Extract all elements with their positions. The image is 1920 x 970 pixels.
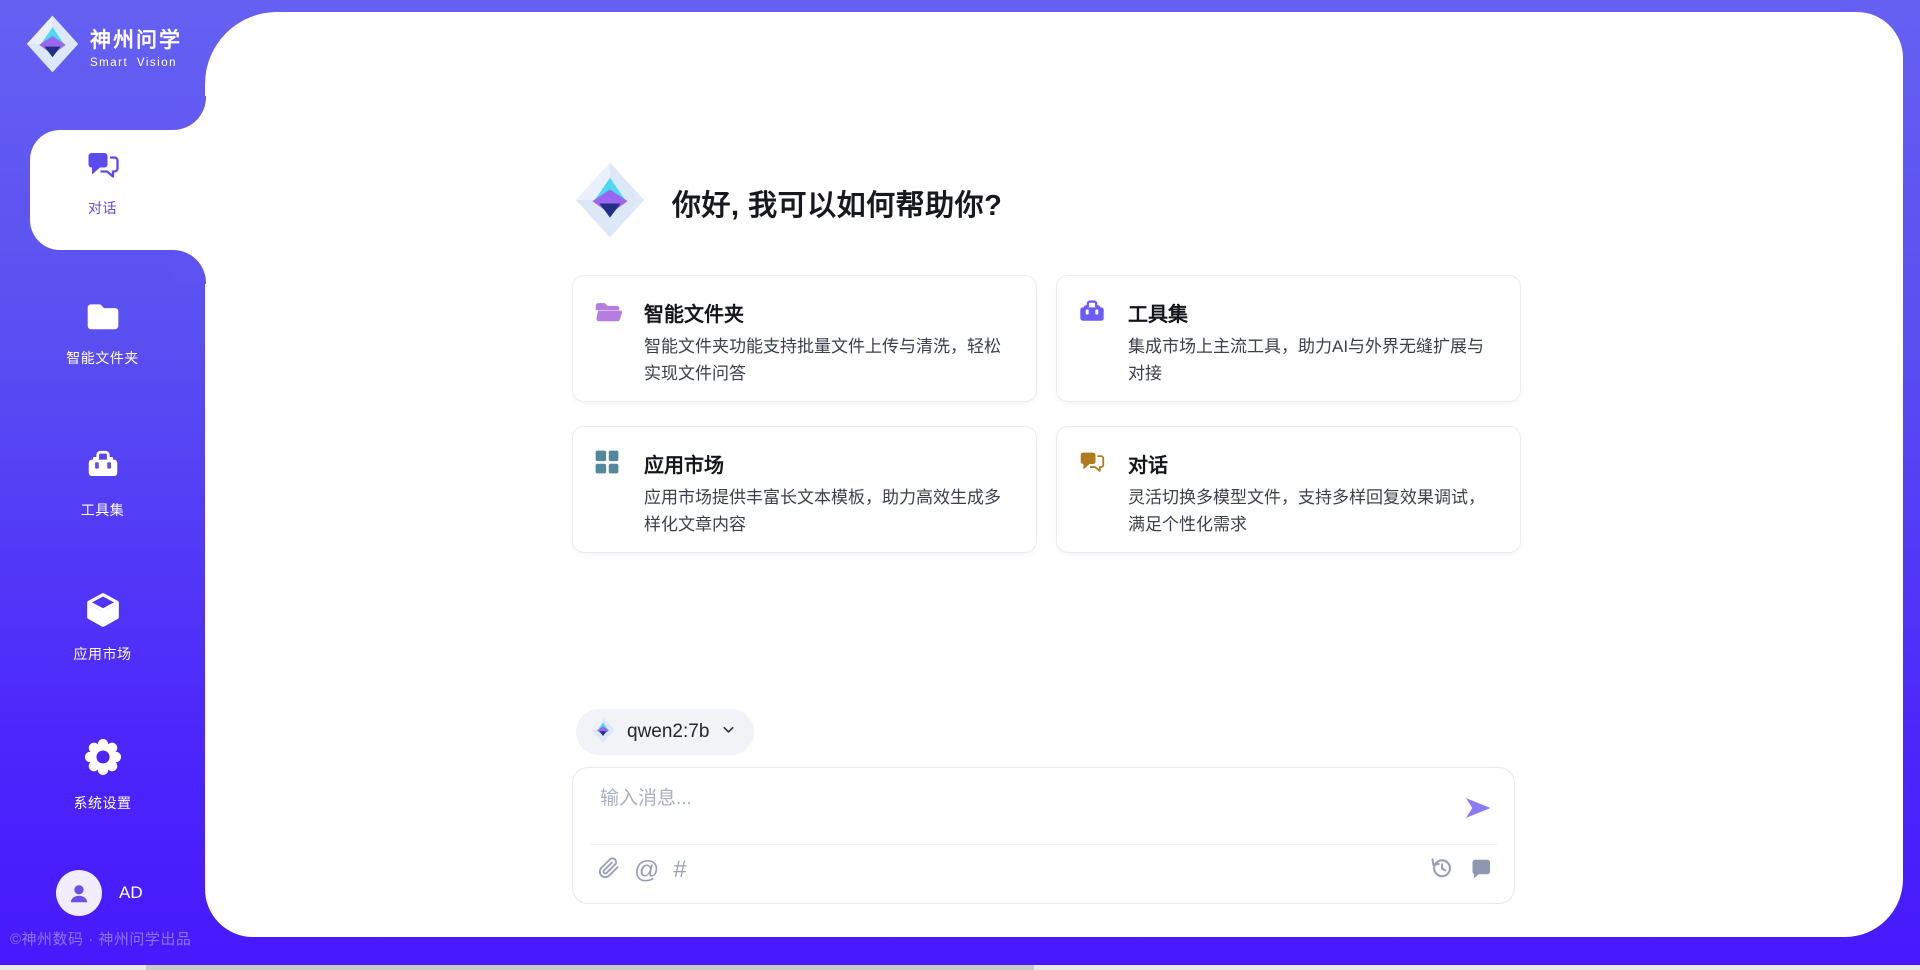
history-icon[interactable] [1429,855,1454,885]
composer-divider [590,844,1497,845]
card-title: 智能文件夹 [644,298,744,327]
user-account[interactable]: AD [56,870,143,916]
message-input[interactable] [600,782,1420,816]
brand-logo: 神州问学 Smart Vision [24,13,182,80]
toolbox-icon [1077,297,1107,327]
sidebar-item-label: 工具集 [81,500,125,520]
chat-bubbles-icon [84,147,122,188]
brand-name: 神州问学 [90,24,182,54]
card-description: 灵活切换多模型文件，支持多样回复效果调试，满足个性化需求 [1128,484,1498,538]
chat-bubbles-icon [1077,448,1107,478]
model-selector[interactable]: qwen2:7b [576,709,754,755]
assistant-diamond-icon [572,159,648,246]
sidebar-item-label: 智能文件夹 [66,348,139,368]
chat-bubble-icon[interactable] [1468,856,1494,885]
card-title: 工具集 [1128,298,1188,327]
send-icon[interactable] [1462,792,1494,824]
grid-icon [593,448,623,478]
card-app-market[interactable]: 应用市场 应用市场提供丰富长文本模板，助力高效生成多样化文章内容 [572,426,1037,553]
model-name: qwen2:7b [627,721,709,743]
card-chat[interactable]: 对话 灵活切换多模型文件，支持多样回复效果调试，满足个性化需求 [1056,426,1521,553]
sidebar-item-chat[interactable]: 对话 [0,147,205,218]
mention-icon[interactable]: @ [634,858,659,883]
open-folder-icon [593,297,623,327]
chevron-down-icon [720,721,737,743]
folder-icon [84,299,122,338]
card-description: 智能文件夹功能支持批量文件上传与清洗，轻松实现文件问答 [644,333,1014,387]
card-description: 应用市场提供丰富长文本模板，助力高效生成多样化文章内容 [644,484,1014,538]
sidebar-item-label: 应用市场 [74,644,132,664]
brand-diamond-icon [24,13,81,80]
card-title: 对话 [1128,449,1168,478]
toolbox-icon [84,447,122,490]
hashtag-icon[interactable]: # [673,858,686,882]
app-window: 神州问学 Smart Vision 对话 智能文件夹 [0,0,1920,970]
card-description: 集成市场上主流工具，助力AI与外界无缝扩展与对接 [1128,333,1498,387]
gear-icon [82,736,124,783]
card-toolset[interactable]: 工具集 集成市场上主流工具，助力AI与外界无缝扩展与对接 [1056,275,1521,402]
sidebar-item-app-market[interactable]: 应用市场 [0,591,205,664]
card-smart-folder[interactable]: 智能文件夹 智能文件夹功能支持批量文件上传与清洗，轻松实现文件问答 [572,275,1037,402]
model-diamond-icon [590,716,616,749]
attachment-icon[interactable] [598,856,620,885]
sidebar-item-smart-folder[interactable]: 智能文件夹 [0,299,205,368]
feature-cards: 智能文件夹 智能文件夹功能支持批量文件上传与清洗，轻松实现文件问答 [572,275,1521,553]
message-composer: @ # [572,767,1515,904]
cube-icon [83,591,123,634]
sidebar-item-label: 对话 [88,198,117,218]
scrollbar-thumb[interactable] [146,965,1034,970]
brand-subtitle: Smart Vision [90,57,182,69]
copyright-footer: ©神州数码 · 神州问学出品 [10,928,191,949]
greeting-block: 你好, 我可以如何帮助你? [572,159,1002,246]
sidebar-item-label: 系统设置 [74,793,132,813]
sidebar-item-toolset[interactable]: 工具集 [0,447,205,520]
user-initials: AD [119,883,143,903]
sidebar-item-settings[interactable]: 系统设置 [0,736,205,813]
greeting-title: 你好, 我可以如何帮助你? [672,182,1002,224]
card-title: 应用市场 [644,449,724,478]
avatar [56,870,102,916]
horizontal-scrollbar[interactable] [0,965,1920,970]
tab-fillet-top [173,96,206,130]
tab-fillet-bottom [173,250,206,284]
